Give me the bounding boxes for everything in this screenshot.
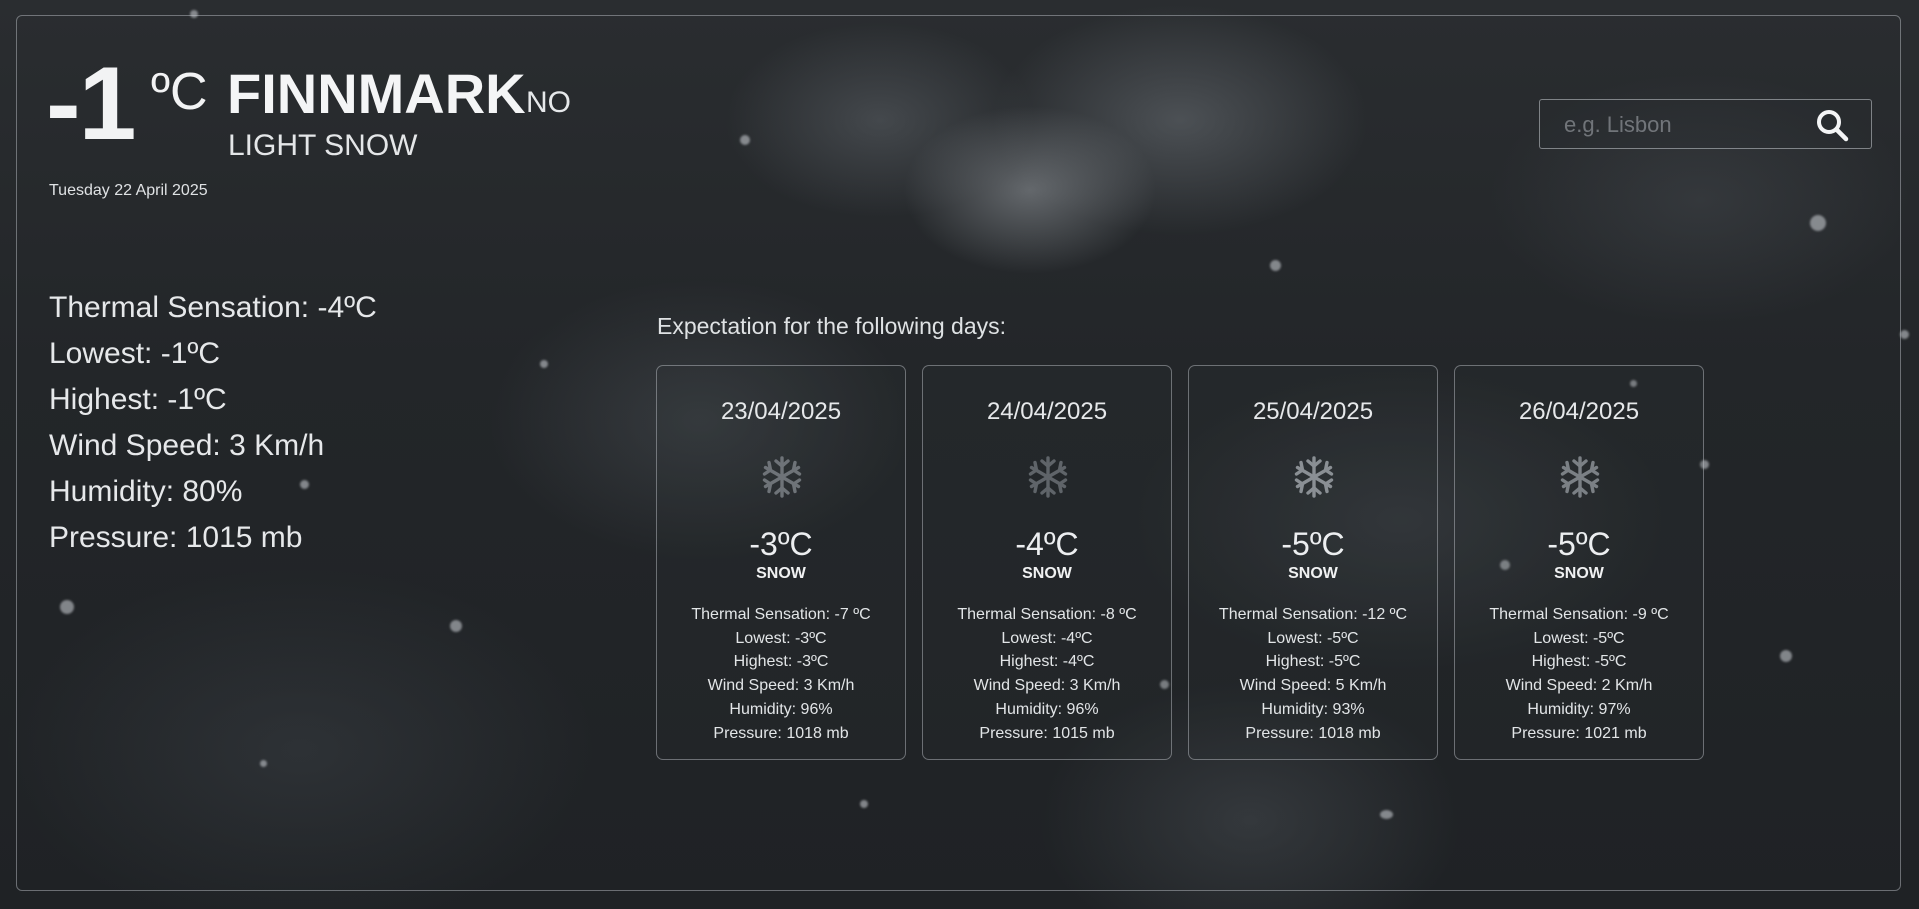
forecast-card: 25/04/2025 -5ºC SNOW Thermal Sensation: …	[1188, 365, 1438, 760]
forecast-details: Thermal Sensation: -12 ºC Lowest: -5ºC H…	[1189, 603, 1437, 745]
forecast-date: 23/04/2025	[720, 398, 842, 425]
forecast-title: Expectation for the following days:	[657, 313, 1007, 339]
forecast-temperature: -5ºC	[1281, 526, 1345, 562]
forecast-thermal-sensation: Thermal Sensation: -9 ºC	[1489, 606, 1669, 623]
forecast-details: Thermal Sensation: -7 ºC Lowest: -3ºC Hi…	[657, 603, 905, 745]
snowflake-icon	[1028, 456, 1068, 498]
snowflake-icon	[762, 456, 802, 498]
forecast-highest: Highest: -3ºC	[733, 653, 829, 671]
forecast-condition: SNOW	[1288, 565, 1338, 582]
forecast-date: 26/04/2025	[1518, 398, 1640, 425]
forecast-card: 26/04/2025 -5ºC SNOW Thermal Sensation: …	[1454, 365, 1704, 760]
forecast-pressure: Pressure: 1018 mb	[713, 724, 849, 742]
forecast-temperature: -5ºC	[1547, 526, 1611, 562]
forecast-details: Thermal Sensation: -9 ºC Lowest: -5ºC Hi…	[1455, 603, 1703, 745]
snowflake-speck	[1900, 330, 1909, 339]
forecast-condition: SNOW	[1022, 565, 1072, 582]
forecast-pressure: Pressure: 1021 mb	[1511, 724, 1647, 742]
forecast-highest: Highest: -5ºC	[1531, 653, 1627, 671]
forecast-thermal-sensation: Thermal Sensation: -8 ºC	[957, 606, 1137, 623]
forecast-temperature: -3ºC	[749, 526, 813, 562]
forecast-lowest: Lowest: -5ºC	[1267, 629, 1359, 647]
forecast-temperature: -4ºC	[1015, 526, 1079, 562]
forecast-lowest: Lowest: -5ºC	[1533, 629, 1625, 647]
forecast-wind-speed: Wind Speed: 3 Km/h	[973, 677, 1121, 695]
forecast-wind-speed: Wind Speed: 5 Km/h	[1239, 677, 1387, 695]
forecast-pressure: Pressure: 1018 mb	[1245, 724, 1381, 742]
forecast-wind-speed: Wind Speed: 2 Km/h	[1505, 677, 1653, 695]
forecast-humidity: Humidity: 93%	[1261, 700, 1365, 718]
search-icon	[1817, 110, 1849, 142]
search-button[interactable]	[1815, 108, 1849, 142]
search-box	[1539, 99, 1872, 150]
forecast-condition: SNOW	[756, 565, 806, 582]
forecast-date: 25/04/2025	[1252, 398, 1374, 425]
temperature-unit: ºC	[151, 63, 208, 121]
country-code: NO	[526, 86, 571, 119]
detail-humidity: Humidity: 80%	[49, 475, 243, 508]
forecast-pressure: Pressure: 1015 mb	[979, 724, 1115, 742]
forecast-highest: Highest: -4ºC	[999, 653, 1095, 671]
forecast-lowest: Lowest: -3ºC	[735, 629, 827, 647]
detail-wind-speed: Wind Speed: 3 Km/h	[49, 429, 325, 462]
detail-highest: Highest: -1ºC	[49, 383, 227, 416]
current-condition: LIGHT SNOW	[228, 129, 418, 162]
detail-lowest: Lowest: -1ºC	[49, 337, 221, 370]
current-details: Thermal Sensation: -4ºC Lowest: -1ºC Hig…	[49, 285, 377, 561]
snowflake-icon	[1560, 456, 1600, 498]
city-name: FINNMARK	[227, 62, 526, 125]
forecast-date: 24/04/2025	[986, 398, 1108, 425]
forecast-wind-speed: Wind Speed: 3 Km/h	[707, 677, 855, 695]
current-temperature: -1	[46, 46, 136, 162]
forecast-lowest: Lowest: -4ºC	[1001, 629, 1093, 647]
forecast-thermal-sensation: Thermal Sensation: -7 ºC	[691, 606, 871, 623]
forecast-card: 24/04/2025 -4ºC SNOW Thermal Sensation: …	[922, 365, 1172, 760]
forecast-humidity: Humidity: 97%	[1527, 700, 1631, 718]
forecast-details: Thermal Sensation: -8 ºC Lowest: -4ºC Hi…	[923, 603, 1171, 745]
detail-pressure: Pressure: 1015 mb	[49, 521, 303, 554]
forecast-humidity: Humidity: 96%	[995, 700, 1099, 718]
forecast-highest: Highest: -5ºC	[1265, 653, 1361, 671]
detail-thermal-sensation: Thermal Sensation: -4ºC	[49, 291, 377, 324]
search-input[interactable]	[1562, 100, 1806, 150]
snowflake-icon	[1294, 456, 1334, 498]
current-date: Tuesday 22 April 2025	[49, 182, 208, 199]
forecast-condition: SNOW	[1554, 565, 1604, 582]
forecast-thermal-sensation: Thermal Sensation: -12 ºC	[1218, 606, 1408, 623]
forecast-humidity: Humidity: 96%	[729, 700, 833, 718]
forecast-card: 23/04/2025 -3ºC SNOW Thermal Sensation: …	[656, 365, 906, 760]
